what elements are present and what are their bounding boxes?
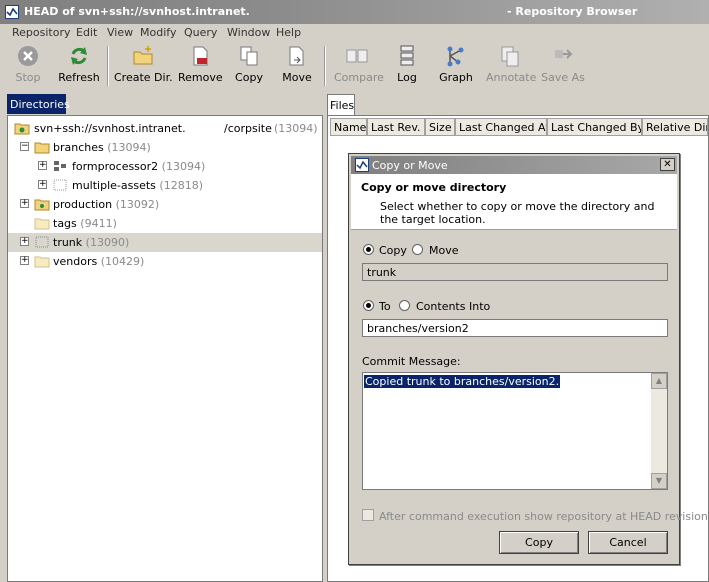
toolbar-separator <box>324 46 326 86</box>
scroll-up-icon[interactable]: ▲ <box>651 373 667 389</box>
column-header-last-changed-by[interactable]: Last Changed By <box>547 118 642 136</box>
create-dir-icon <box>133 46 153 65</box>
tree-item-vendors[interactable]: + vendors (10429) <box>8 252 322 271</box>
copy-move-dialog: Copy or Move ✕ Copy or move directory Se… <box>348 153 708 565</box>
close-button[interactable]: ✕ <box>660 158 675 171</box>
scroll-down-icon[interactable]: ▼ <box>651 473 667 489</box>
column-header-last-rev[interactable]: Last Rev. <box>367 118 425 136</box>
tree-item-multiple-assets[interactable]: + multiple-assets (12818) <box>8 176 322 195</box>
annotate-button[interactable]: Annotate <box>486 44 536 90</box>
tree-item-trunk[interactable]: + trunk (13090) <box>8 233 322 252</box>
save-as-button[interactable]: Save As <box>540 44 586 90</box>
column-header-size[interactable]: Size <box>425 118 455 136</box>
tree-item-branches[interactable]: − branches (13094) <box>8 138 322 157</box>
dialog-header: Copy or move directory Select whether to… <box>351 174 677 230</box>
app-icon <box>355 158 369 172</box>
tree-item-tags[interactable]: tags (9411) <box>8 214 322 233</box>
move-button[interactable]: Move <box>280 44 314 90</box>
copy-button[interactable]: Copy <box>499 531 579 554</box>
dialog-title: Copy or Move <box>372 159 448 172</box>
copy-icon <box>240 46 258 66</box>
tree-root[interactable]: svn+ssh://svnhost.intranet. /corpsite (1… <box>8 119 322 138</box>
radio-contents-into[interactable] <box>399 300 410 311</box>
show-head-checkbox[interactable] <box>362 509 374 521</box>
radio-to[interactable] <box>363 300 374 311</box>
show-head-label: After command execution show repository … <box>379 510 708 523</box>
folder-icon <box>34 142 50 154</box>
radio-move[interactable] <box>412 244 423 255</box>
tab-files[interactable]: Files <box>327 94 355 115</box>
menu-repository[interactable]: Repository <box>12 26 71 39</box>
collapse-icon[interactable]: − <box>20 142 29 151</box>
repository-folder-icon <box>14 123 30 135</box>
save-as-icon <box>555 49 573 59</box>
column-header-name[interactable]: Name <box>330 118 367 136</box>
menu-edit[interactable]: Edit <box>76 26 97 39</box>
radio-copy[interactable] <box>363 244 374 255</box>
window-title: HEAD of svn+ssh://svnhost.intranet. <box>24 5 250 18</box>
window-titlebar: HEAD of svn+ssh://svnhost.intranet. - Re… <box>0 0 709 24</box>
commit-message-text: Copied trunk to branches/version2. <box>364 375 561 388</box>
menu-modify[interactable]: Modify <box>140 26 176 39</box>
log-icon <box>400 45 414 66</box>
radio-copy-label: Copy <box>379 244 407 257</box>
graph-icon <box>447 46 464 67</box>
close-icon: ✕ <box>663 159 672 170</box>
folder-icon <box>34 256 50 268</box>
expand-icon[interactable]: + <box>20 237 29 246</box>
compare-button[interactable]: Compare <box>334 44 384 90</box>
menu-window[interactable]: Window <box>227 26 270 39</box>
source-field: trunk <box>362 263 668 281</box>
cancel-button[interactable]: Cancel <box>588 531 668 554</box>
radio-contents-into-label: Contents Into <box>416 300 491 313</box>
refresh-icon <box>71 47 87 65</box>
graph-button[interactable]: Graph <box>438 44 474 90</box>
expand-icon[interactable]: + <box>38 161 47 170</box>
remove-icon <box>193 46 208 66</box>
menu-view[interactable]: View <box>107 26 133 39</box>
radio-move-label: Move <box>429 244 459 257</box>
expand-icon[interactable]: + <box>38 180 47 189</box>
toolbar-separator <box>107 46 109 86</box>
copy-button[interactable]: Copy <box>232 44 266 90</box>
app-icon <box>5 5 19 19</box>
menu-query[interactable]: Query <box>184 26 217 39</box>
tree-item-production[interactable]: + production (13092) <box>8 195 322 214</box>
commit-message-input[interactable]: Copied trunk to branches/version2. ▲ ▼ <box>362 372 668 490</box>
window-title-app: - Repository Browser <box>507 5 638 18</box>
stop-button[interactable]: Stop <box>10 44 46 90</box>
menu-help[interactable]: Help <box>276 26 301 39</box>
vertical-scrollbar[interactable]: ▲ ▼ <box>651 373 667 489</box>
folder-icon <box>34 218 50 230</box>
column-header-relative-dir[interactable]: Relative Dire <box>642 118 708 136</box>
directory-tree: svn+ssh://svnhost.intranet. /corpsite (1… <box>7 115 323 582</box>
dialog-heading: Copy or move directory <box>361 181 507 194</box>
refresh-button[interactable]: Refresh <box>56 44 102 90</box>
tab-directories[interactable]: Directories <box>7 94 70 114</box>
branch-icon <box>53 179 67 191</box>
create-dir-button[interactable]: Create Dir. <box>114 44 173 90</box>
annotate-icon <box>501 46 519 67</box>
expand-icon[interactable]: + <box>20 199 29 208</box>
compare-icon <box>346 49 368 63</box>
stop-icon <box>18 46 38 66</box>
tree-item-formprocessor2[interactable]: + formprocessor2 (13094) <box>8 157 322 176</box>
dialog-description: Select whether to copy or move the direc… <box>380 200 655 226</box>
target-field[interactable]: branches/version2 <box>362 319 668 337</box>
branch-icon <box>54 161 66 171</box>
dialog-titlebar: Copy or Move ✕ <box>351 156 677 174</box>
move-icon <box>289 46 304 66</box>
expand-icon[interactable]: + <box>20 256 29 265</box>
menu-bar: Repository Edit View Modify Query Window… <box>0 24 709 42</box>
log-button[interactable]: Log <box>394 44 420 90</box>
commit-message-label: Commit Message: <box>362 355 461 368</box>
remove-button[interactable]: Remove <box>178 44 223 90</box>
column-header-last-changed-at[interactable]: Last Changed At <box>455 118 547 136</box>
trunk-icon <box>35 236 49 248</box>
toolbar: Stop Refresh Create Dir. Remove Copy Mov… <box>0 42 709 92</box>
folder-icon <box>34 199 50 211</box>
radio-to-label: To <box>379 300 391 313</box>
